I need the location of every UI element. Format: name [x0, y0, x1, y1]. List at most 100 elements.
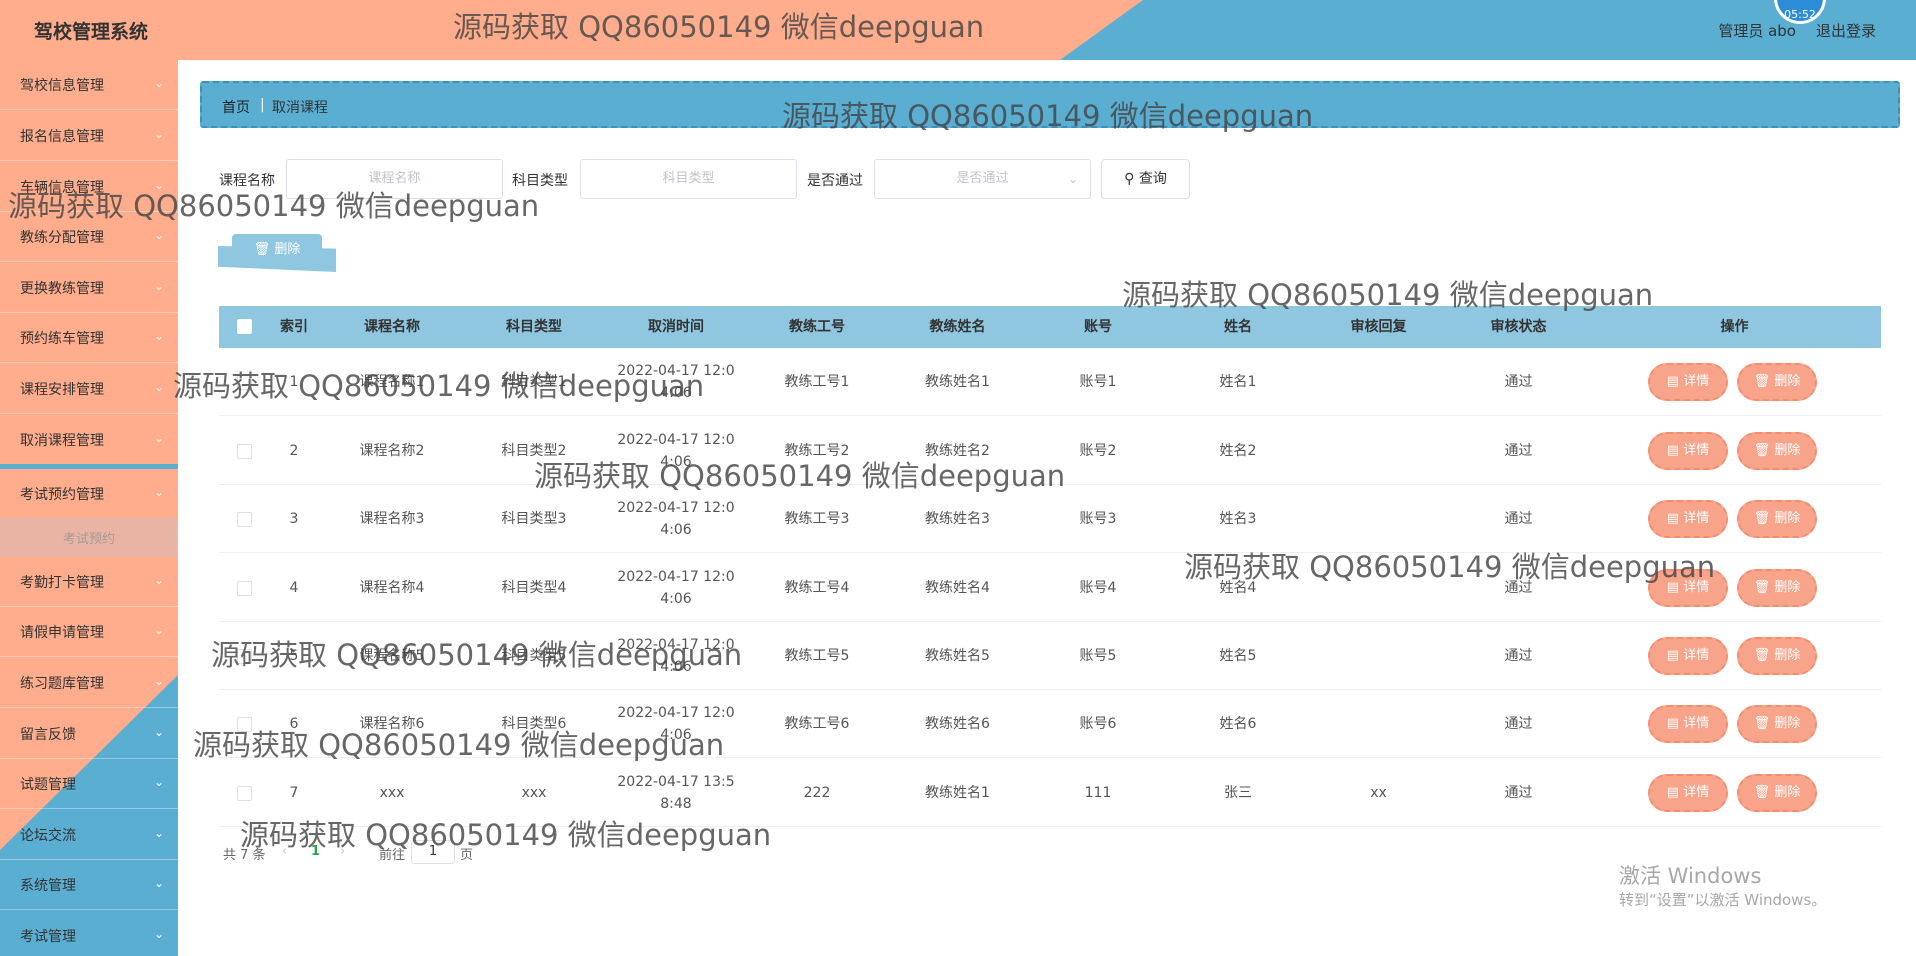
- detail-button[interactable]: ▤ 详情: [1648, 637, 1728, 675]
- sidebar-item-label: 考试管理: [20, 929, 76, 945]
- chevron-down-icon: ⌄: [153, 927, 164, 941]
- cell-account: 账号3: [1079, 511, 1117, 527]
- cell-coach-no: 教练工号3: [784, 511, 850, 527]
- delete-button[interactable]: 🗑 删除: [1737, 432, 1817, 470]
- row-checkbox[interactable]: [237, 444, 252, 459]
- trash-icon: 🗑: [1753, 716, 1775, 731]
- watermark-text: 源码获取 QQ86050149 微信deepguan: [1122, 278, 1654, 312]
- sidebar-item-practice-booking[interactable]: 预约练车管理 ⌄: [0, 313, 178, 363]
- document-icon: ▤: [1666, 785, 1684, 800]
- logout-link[interactable]: 退出登录: [1816, 20, 1876, 41]
- delete-button-label: 删除: [1774, 648, 1801, 663]
- cell-name: 姓名6: [1219, 716, 1257, 732]
- trash-icon: 🗑: [1753, 580, 1775, 595]
- detail-button[interactable]: ▤ 详情: [1648, 705, 1728, 743]
- document-icon: ▤: [1666, 716, 1684, 731]
- sidebar-item-school-info[interactable]: 驾校信息管理 ⌄: [0, 60, 178, 110]
- cell-review-reply: [1308, 622, 1449, 690]
- pass-status-select[interactable]: 是否通过 ⌄: [874, 159, 1091, 199]
- cell-cancel-time-line2: 4:06: [660, 522, 692, 538]
- cell-coach-name: 教练姓名6: [925, 716, 990, 732]
- detail-button-label: 详情: [1683, 716, 1710, 731]
- sidebar-item-course-schedule[interactable]: 课程安排管理 ⌄: [0, 364, 178, 414]
- cell-coach-name: 教练姓名5: [925, 648, 990, 664]
- cell-cancel-time-line1: 2022-04-17 12:0: [617, 432, 735, 448]
- sidebar-item-feedback[interactable]: 留言反馈 ⌄: [0, 709, 178, 759]
- cell-review-reply: [1308, 485, 1449, 553]
- sidebar-item-label: 系统管理: [20, 878, 76, 894]
- sidebar-item-forum[interactable]: 论坛交流 ⌄: [0, 810, 178, 860]
- detail-button-label: 详情: [1683, 511, 1710, 526]
- cell-index: 3: [289, 511, 299, 527]
- cell-coach-name: 教练姓名1: [925, 374, 990, 390]
- watermark-text: 源码获取 QQ86050149 微信deepguan: [211, 638, 743, 672]
- sidebar-item-exam-questions[interactable]: 试题管理 ⌄: [0, 759, 178, 809]
- chevron-down-icon: ⌄: [153, 826, 164, 840]
- delete-button-label: 删除: [1774, 716, 1801, 731]
- cell-review-status: 通过: [1504, 716, 1533, 732]
- delete-button[interactable]: 🗑 删除: [1737, 500, 1817, 538]
- cell-cancel-time-line1: 2022-04-17 12:0: [617, 569, 735, 585]
- sidebar-item-change-coach[interactable]: 更换教练管理 ⌄: [0, 263, 178, 313]
- delete-button[interactable]: 🗑 删除: [1737, 363, 1817, 401]
- select-all-checkbox[interactable]: [237, 319, 252, 334]
- cell-account: 账号4: [1079, 580, 1117, 596]
- row-checkbox[interactable]: [237, 581, 252, 596]
- sidebar-subitem-exam-booking[interactable]: 考试预约: [0, 517, 178, 557]
- sidebar-item-cancel-course[interactable]: 取消课程管理 ⌄: [0, 415, 178, 465]
- trash-icon: 🗑: [1753, 785, 1775, 800]
- delete-button-label: 删除: [1774, 374, 1801, 389]
- cell-coach-no: 教练工号6: [784, 716, 850, 732]
- chevron-down-icon: ⌄: [153, 775, 164, 789]
- delete-button[interactable]: 🗑 删除: [1737, 569, 1817, 607]
- subject-type-input[interactable]: 科目类型: [580, 159, 797, 199]
- col-subject-type: 科目类型: [506, 319, 562, 335]
- sidebar-item-label: 预约练车管理: [20, 331, 104, 347]
- sidebar-item-exam[interactable]: 考试管理 ⌄: [0, 911, 178, 956]
- sidebar-item-exam-booking[interactable]: 考试预约管理 ⌄: [0, 469, 178, 519]
- sidebar-item-label: 驾校信息管理: [20, 78, 104, 94]
- row-checkbox[interactable]: [237, 512, 252, 527]
- delete-button[interactable]: 🗑 删除: [1737, 705, 1817, 743]
- sidebar-item-label: 报名信息管理: [20, 129, 104, 145]
- cell-coach-name: 教练姓名1: [925, 785, 990, 801]
- detail-button[interactable]: ▤ 详情: [1648, 432, 1728, 470]
- chevron-down-icon: ⌄: [153, 228, 164, 242]
- cell-name: 张三: [1224, 785, 1252, 801]
- delete-button[interactable]: 🗑 删除: [1737, 637, 1817, 675]
- delete-button[interactable]: 🗑 删除: [1737, 774, 1817, 812]
- detail-button[interactable]: ▤ 详情: [1648, 500, 1728, 538]
- col-index: 索引: [280, 319, 308, 335]
- sidebar-item-label: 留言反馈: [20, 727, 76, 743]
- pass-status-label: 是否通过: [807, 173, 863, 189]
- pass-status-select-value: 是否通过: [956, 171, 1009, 186]
- breadcrumb-home[interactable]: 首页: [222, 97, 250, 117]
- row-checkbox[interactable]: [237, 786, 252, 801]
- trash-icon: 🗑: [1753, 648, 1775, 663]
- cell-account: 账号5: [1079, 648, 1117, 664]
- sidebar-item-question-bank[interactable]: 练习题库管理 ⌄: [0, 658, 178, 708]
- query-button[interactable]: ⚲ 查询: [1101, 159, 1190, 199]
- cell-subject-type: 科目类型3: [501, 511, 567, 527]
- sidebar-item-leave[interactable]: 请假申请管理 ⌄: [0, 607, 178, 657]
- col-coach-name: 教练姓名: [929, 319, 986, 335]
- chevron-down-icon: ⌄: [153, 485, 164, 499]
- app-title: 驾校管理系统: [34, 21, 149, 43]
- cell-index: 4: [289, 580, 299, 596]
- sidebar-item-attendance[interactable]: 考勤打卡管理 ⌄: [0, 557, 178, 607]
- cell-review-reply: [1308, 417, 1449, 485]
- cell-course-name: 课程名称2: [359, 443, 425, 459]
- windows-activation-subtitle: 转到“设置”以激活 Windows。: [1619, 891, 1827, 909]
- watermark-text: 源码获取 QQ86050149 微信deepguan: [782, 99, 1314, 133]
- detail-button[interactable]: ▤ 详情: [1648, 774, 1728, 812]
- table-row: 3 课程名称3 科目类型3 2022-04-17 12:0 4:06 教练工号3…: [219, 485, 1881, 553]
- trash-icon: 🗑: [1753, 374, 1775, 389]
- bulk-delete-button[interactable]: 🗑 删除: [232, 234, 322, 266]
- chevron-down-icon: ⌄: [153, 380, 164, 394]
- detail-button[interactable]: ▤ 详情: [1648, 363, 1728, 401]
- chevron-down-icon: ⌄: [153, 127, 164, 141]
- sidebar-item-enrollment[interactable]: 报名信息管理 ⌄: [0, 111, 178, 161]
- cell-cancel-time: 2022-04-17 12:0 4:06: [605, 554, 747, 622]
- cell-review-status: 通过: [1504, 648, 1533, 664]
- sidebar-item-system[interactable]: 系统管理 ⌄: [0, 860, 178, 910]
